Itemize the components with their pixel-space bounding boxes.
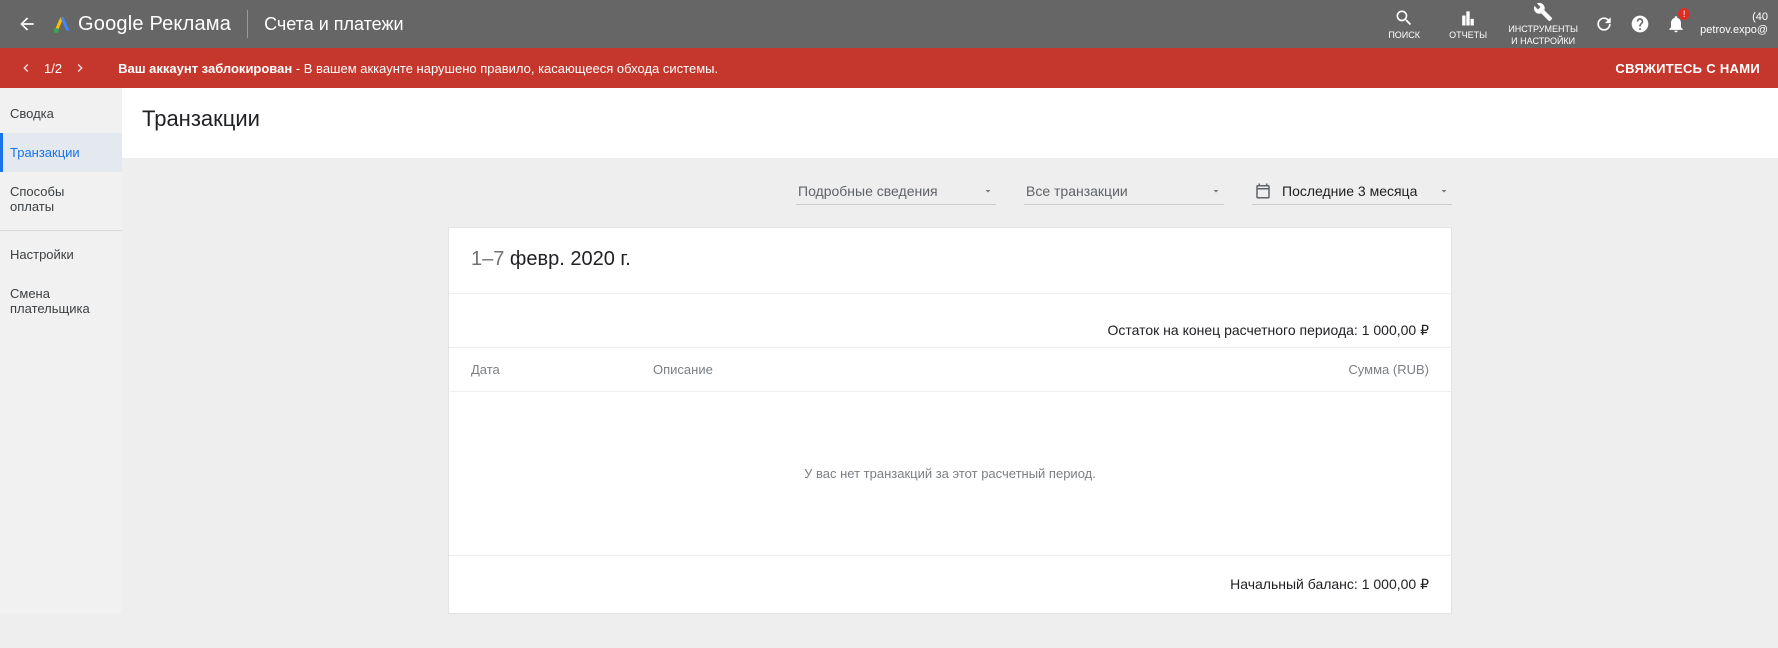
chevron-down-icon: [1210, 185, 1222, 197]
notifications-button[interactable]: !: [1658, 0, 1694, 48]
help-icon: [1630, 14, 1650, 34]
empty-state: У вас нет транзакций за этот расчетный п…: [449, 392, 1451, 556]
period-range-days: 1–7: [471, 248, 504, 270]
reports-label: ОТЧЕТЫ: [1449, 30, 1487, 40]
product-name: Google Реклама: [78, 13, 231, 36]
reports-button[interactable]: ОТЧЕТЫ: [1436, 0, 1500, 48]
page-title: Счета и платежи: [264, 14, 404, 35]
sidebar-item-change-payer[interactable]: Смена плательщика: [0, 274, 122, 328]
back-button[interactable]: [10, 14, 44, 34]
sidebar: Сводка Транзакции Способы оплаты Настрой…: [0, 88, 122, 614]
col-date: Дата: [471, 362, 653, 377]
search-label: ПОИСК: [1388, 30, 1420, 40]
col-amount: Сумма (RUB): [1348, 362, 1429, 377]
sidebar-item-payment-methods[interactable]: Способы оплаты: [0, 172, 122, 226]
tools-settings-button[interactable]: ИНСТРУМЕНТЫ И НАСТРОЙКИ: [1500, 0, 1586, 48]
google-ads-icon: [52, 14, 72, 34]
search-button[interactable]: ПОИСК: [1372, 0, 1436, 48]
type-dropdown[interactable]: Все транзакции: [1024, 176, 1224, 205]
account-line2: petrov.expo@: [1700, 24, 1768, 37]
content: Транзакции Подробные сведения Все транза…: [122, 88, 1778, 614]
divider: [0, 230, 122, 231]
help-button[interactable]: [1622, 0, 1658, 48]
account-info[interactable]: (40 petrov.expo@: [1700, 11, 1772, 37]
sidebar-item-settings[interactable]: Настройки: [0, 235, 122, 274]
notification-badge: !: [1678, 8, 1690, 20]
alert-bar: 1/2 Ваш аккаунт заблокирован - В вашем а…: [0, 48, 1778, 88]
chevron-down-icon: [982, 185, 994, 197]
date-range-label: Последние 3 месяца: [1282, 183, 1430, 199]
account-line1: (40: [1700, 11, 1768, 24]
opening-balance: Начальный баланс: 1 000,00 ₽: [449, 556, 1451, 613]
tools-settings-label-1: ИНСТРУМЕНТЫ: [1508, 24, 1578, 34]
chevron-down-icon: [1438, 185, 1450, 197]
divider: [247, 10, 248, 38]
closing-balance: Остаток на конец расчетного периода: 1 0…: [449, 293, 1451, 347]
product-logo[interactable]: Google Реклама: [52, 13, 231, 36]
type-dropdown-label: Все транзакции: [1026, 183, 1202, 199]
refresh-icon: [1594, 14, 1614, 34]
tools-settings-label-2: И НАСТРОЙКИ: [1511, 36, 1575, 46]
alert-cta[interactable]: СВЯЖИТЕСЬ С НАМИ: [1615, 61, 1760, 76]
sidebar-item-transactions[interactable]: Транзакции: [0, 133, 122, 172]
col-description: Описание: [653, 362, 1348, 377]
transactions-card: 1–7 февр. 2020 г. Остаток на конец расче…: [448, 227, 1452, 614]
alert-pager: 1/2: [18, 60, 88, 76]
refresh-button[interactable]: [1586, 0, 1622, 48]
chevron-left-icon: [18, 60, 34, 76]
alert-counter: 1/2: [44, 61, 62, 76]
bar-chart-icon: [1458, 8, 1478, 28]
sidebar-item-summary[interactable]: Сводка: [0, 94, 122, 133]
heading-wrap: Транзакции: [122, 88, 1778, 158]
view-dropdown-label: Подробные сведения: [798, 183, 974, 199]
app-bar: Google Реклама Счета и платежи ПОИСК ОТЧ…: [0, 0, 1778, 48]
alert-rest: - В вашем аккаунте нарушено правило, кас…: [292, 61, 718, 76]
period-range: 1–7 февр. 2020 г.: [471, 248, 631, 270]
alert-strong: Ваш аккаунт заблокирован: [118, 61, 292, 76]
search-icon: [1394, 8, 1414, 28]
alert-message: Ваш аккаунт заблокирован - В вашем аккау…: [118, 61, 718, 76]
chevron-right-icon: [72, 60, 88, 76]
wrench-icon: [1533, 2, 1553, 22]
page-body: Сводка Транзакции Способы оплаты Настрой…: [0, 88, 1778, 614]
content-heading: Транзакции: [142, 106, 1758, 132]
date-range-dropdown[interactable]: Последние 3 месяца: [1252, 176, 1452, 205]
calendar-icon: [1254, 182, 1272, 200]
arrow-left-icon: [17, 14, 37, 34]
alert-next[interactable]: [72, 60, 88, 76]
table-header-row: Дата Описание Сумма (RUB): [449, 347, 1451, 392]
card-header: 1–7 февр. 2020 г.: [449, 228, 1451, 293]
alert-prev[interactable]: [18, 60, 34, 76]
period-range-rest: февр. 2020 г.: [504, 248, 630, 270]
filters-row: Подробные сведения Все транзакции Послед…: [122, 158, 1778, 217]
view-dropdown[interactable]: Подробные сведения: [796, 176, 996, 205]
